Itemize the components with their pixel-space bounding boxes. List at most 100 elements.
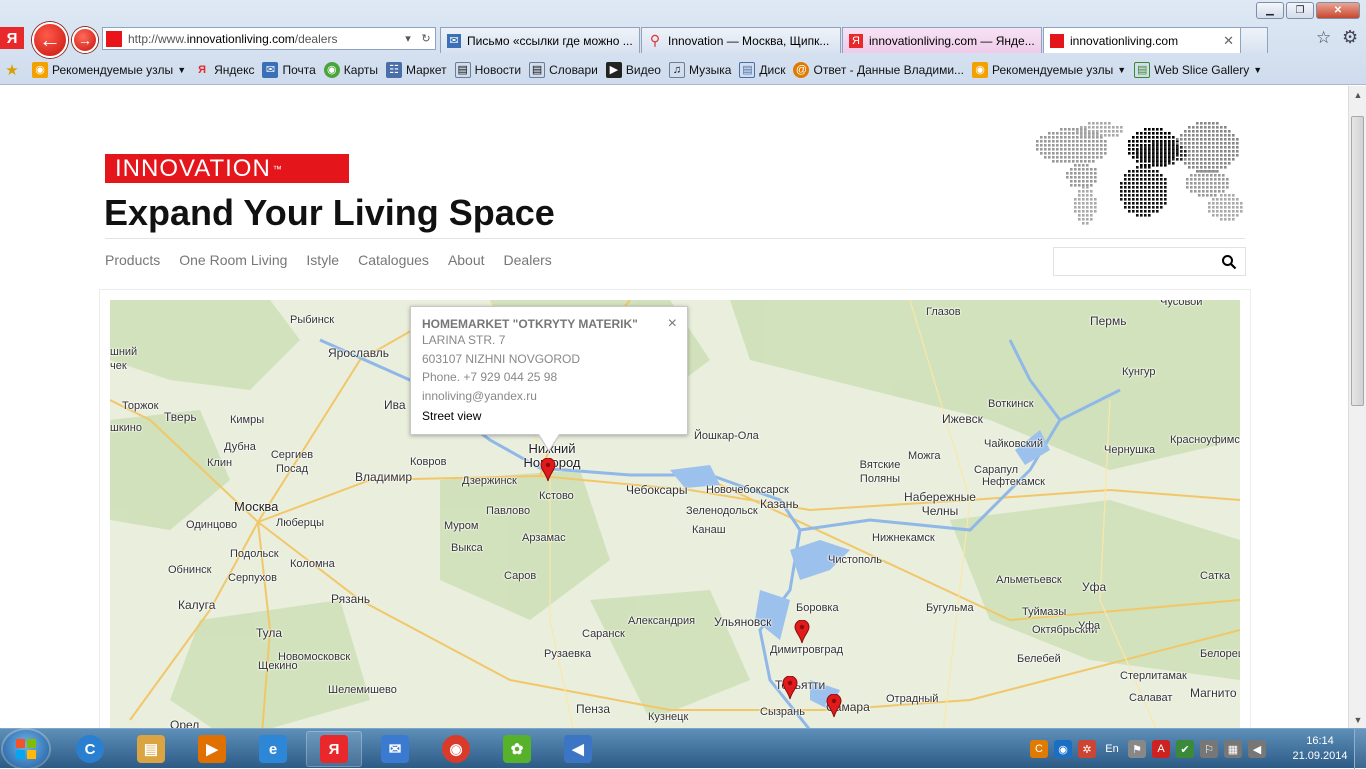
back-button[interactable]: ← bbox=[32, 22, 68, 58]
bookmark-web-slice[interactable]: ▤ Web Slice Gallery ▼ bbox=[1134, 61, 1262, 78]
answers-icon: @ bbox=[793, 61, 810, 78]
scroll-down-icon[interactable]: ▼ bbox=[1349, 711, 1366, 728]
forward-button[interactable]: → bbox=[72, 27, 98, 53]
bookmark-recommended[interactable]: ◉ Рекомендуемые узлы ▼ bbox=[32, 61, 187, 78]
city-label: Калуга bbox=[178, 598, 216, 612]
taskbar-app[interactable]: ◀ bbox=[550, 731, 606, 767]
bookmark-recommended-2[interactable]: ◉ Рекомендуемые узлы ▼ bbox=[972, 61, 1127, 78]
maximize-button[interactable]: ❐ bbox=[1286, 2, 1314, 19]
city-label: Торжок bbox=[122, 400, 159, 412]
dealer-marker-samara[interactable] bbox=[826, 694, 842, 718]
refresh-icon[interactable]: ↻ bbox=[417, 32, 435, 45]
bookmark-dictionaries[interactable]: ▤ Словари bbox=[529, 61, 598, 78]
dealer-marker-dimitrovgrad[interactable] bbox=[794, 620, 810, 644]
city-label: Ярославль bbox=[328, 346, 390, 360]
network-icon[interactable]: ▦ bbox=[1224, 740, 1242, 758]
antivirus-icon[interactable]: ✲ bbox=[1078, 740, 1096, 758]
bookmark-yandex[interactable]: Я Яндекс bbox=[194, 62, 254, 78]
taskbar-app[interactable]: e bbox=[245, 731, 301, 767]
dealer-email[interactable]: innoliving@yandex.ru bbox=[422, 387, 676, 406]
yandex-logo[interactable]: Я bbox=[0, 27, 24, 49]
dealer-info-popup: HOMEMARKET "OTKRYTY MATERIK" LARINA STR.… bbox=[410, 306, 688, 452]
nav-one-room-living[interactable]: One Room Living bbox=[179, 252, 287, 268]
city-label: Ижевск bbox=[942, 412, 983, 426]
tab-yandex[interactable]: Я innovationliving.com — Янде... bbox=[842, 27, 1042, 53]
taskbar-app[interactable]: ✿ bbox=[489, 731, 545, 767]
site-search bbox=[1053, 247, 1246, 276]
security-icon[interactable]: ✔ bbox=[1176, 740, 1194, 758]
city-label: Боровка bbox=[796, 602, 839, 614]
address-bar[interactable]: http://www.innovationliving.com/dealers … bbox=[102, 27, 436, 50]
dealers-map[interactable]: Рыбинск Ярославль Глазов Пермь Чусовой Торжок… bbox=[110, 300, 1240, 728]
street-view-link[interactable]: Street view bbox=[422, 406, 676, 426]
windows-taskbar: C ▤ ▶ e Я ✉ ◉ ✿ ◀ C ◉ ✲ En ⚑ A ✔ ⚐ ▦ ◀ 16:14 21.09.2014 bbox=[0, 728, 1366, 769]
nav-catalogues[interactable]: Catalogues bbox=[358, 252, 429, 268]
bookmark-news[interactable]: ▤ Новости bbox=[454, 61, 521, 78]
tab-map[interactable]: ⚲ Innovation — Москва, Щипк... bbox=[641, 27, 841, 53]
tab-mail[interactable]: ✉ Письмо «ссылки где можно ... bbox=[440, 27, 640, 53]
city-label: Чебоксары bbox=[626, 483, 688, 497]
favorites-add-icon[interactable]: ★ bbox=[4, 62, 24, 79]
address-dropdown-icon[interactable]: ▾ bbox=[399, 32, 417, 45]
city-label: Отрадный bbox=[886, 693, 939, 705]
close-tab-icon[interactable]: ✕ bbox=[1215, 33, 1234, 49]
city-label: Подольск bbox=[230, 548, 279, 560]
city-label: Уфа bbox=[1082, 580, 1107, 594]
taskbar-app[interactable]: ▶ bbox=[184, 731, 240, 767]
bookmark-maps[interactable]: ◉ Карты bbox=[323, 61, 378, 78]
dealer-marker-nizhny-novgorod[interactable] bbox=[540, 458, 556, 482]
nav-products[interactable]: Products bbox=[105, 252, 160, 268]
bookmark-answer[interactable]: @ Ответ - Данные Владими... bbox=[793, 61, 964, 78]
dealer-phone: Phone. +7 929 044 25 98 bbox=[422, 370, 558, 384]
taskbar-app[interactable]: ▤ bbox=[123, 731, 179, 767]
show-desktop-button[interactable] bbox=[1354, 729, 1366, 769]
new-tab-button[interactable] bbox=[1240, 27, 1268, 53]
page-scrollbar[interactable]: ▲ ▼ bbox=[1348, 86, 1366, 728]
cc-icon[interactable]: C bbox=[1030, 740, 1048, 758]
language-indicator[interactable]: En bbox=[1102, 740, 1122, 758]
city-label: Тула bbox=[256, 626, 283, 640]
taskbar-app[interactable]: Я bbox=[306, 731, 362, 767]
nav-dealers[interactable]: Dealers bbox=[504, 252, 552, 268]
chevron-down-icon: ▼ bbox=[1117, 64, 1127, 75]
media-player-icon: ▶ bbox=[198, 735, 226, 763]
url-text[interactable]: http://www.innovationliving.com/dealers bbox=[128, 32, 399, 46]
city-label: Белорецк bbox=[1200, 648, 1240, 660]
taskbar-app[interactable]: C bbox=[62, 731, 118, 767]
tab-innovation[interactable]: innovationliving.com ✕ bbox=[1043, 27, 1241, 53]
action-center-icon[interactable]: ⚐ bbox=[1200, 740, 1218, 758]
bookmark-disk[interactable]: ▤ Диск bbox=[739, 61, 785, 78]
search-icon[interactable] bbox=[1221, 254, 1237, 270]
flag-icon[interactable]: ⚑ bbox=[1128, 740, 1146, 758]
city-label: Йошкар-Ола bbox=[694, 430, 759, 442]
innovation-logo[interactable]: INNOVATION ™ bbox=[105, 154, 349, 183]
gear-icon[interactable]: ⚙ bbox=[1342, 27, 1358, 48]
bookmark-market[interactable]: ☷ Маркет bbox=[386, 61, 447, 78]
minimize-button[interactable]: ▁ bbox=[1256, 2, 1284, 19]
city-label: Чусовой bbox=[1160, 300, 1203, 308]
chevron-down-icon: ▼ bbox=[177, 64, 187, 75]
bookmark-mail[interactable]: ✉ Почта bbox=[262, 61, 316, 78]
clock[interactable]: 16:14 21.09.2014 bbox=[1290, 734, 1350, 764]
bookmark-music[interactable]: ♫ Музыка bbox=[668, 61, 731, 78]
nav-istyle[interactable]: Istyle bbox=[306, 252, 339, 268]
close-popup-icon[interactable]: × bbox=[668, 315, 677, 333]
close-window-button[interactable]: ✕ bbox=[1316, 2, 1360, 19]
video-icon: ▶ bbox=[605, 61, 622, 78]
city-label: шкино bbox=[110, 422, 142, 434]
nav-about[interactable]: About bbox=[448, 252, 485, 268]
scroll-thumb[interactable] bbox=[1351, 116, 1364, 406]
city-label: Сатка bbox=[1200, 570, 1231, 582]
scroll-up-icon[interactable]: ▲ bbox=[1349, 86, 1366, 103]
taskbar-app[interactable]: ◉ bbox=[428, 731, 484, 767]
volume-icon[interactable]: ◀ bbox=[1248, 740, 1266, 758]
bookmark-video[interactable]: ▶ Видео bbox=[605, 61, 661, 78]
search-input[interactable] bbox=[1054, 248, 1214, 275]
tab-strip: ✉ Письмо «ссылки где можно ... ⚲ Innovat… bbox=[440, 27, 1242, 53]
start-button[interactable] bbox=[3, 730, 49, 768]
pdf-icon[interactable]: A bbox=[1152, 740, 1170, 758]
favorites-star-icon[interactable]: ☆ bbox=[1316, 28, 1331, 48]
taskbar-app[interactable]: ✉ bbox=[367, 731, 423, 767]
shield-icon[interactable]: ◉ bbox=[1054, 740, 1072, 758]
dealer-marker-tolyatti[interactable] bbox=[782, 676, 798, 700]
